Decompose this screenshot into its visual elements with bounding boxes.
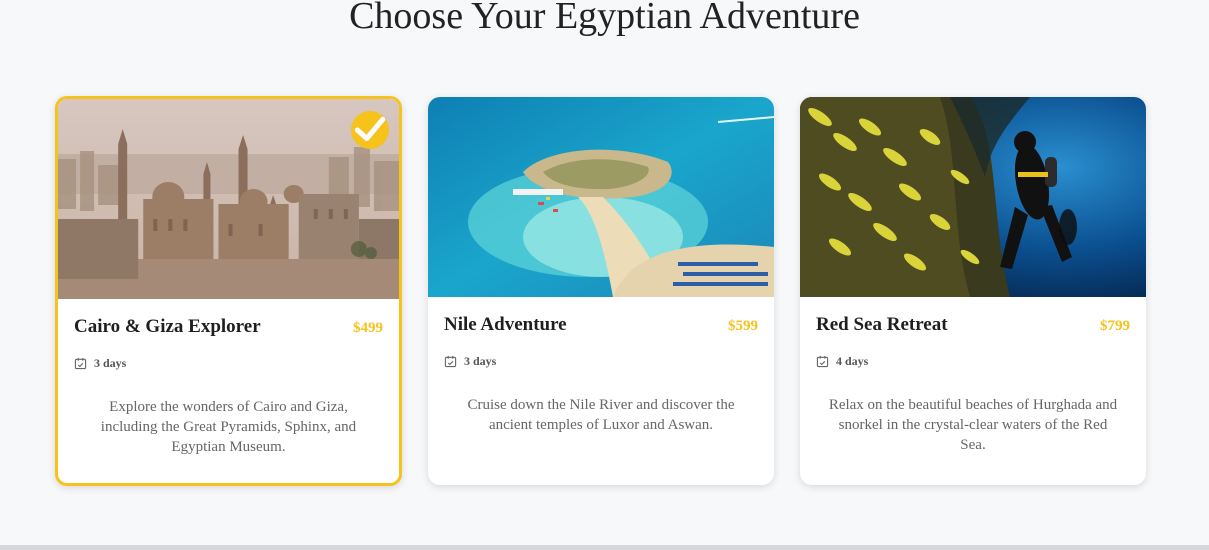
tour-card-cairo-giza[interactable]: Cairo & Giza Explorer $499 3 days Explor…	[55, 96, 402, 486]
calendar-icon	[816, 355, 829, 368]
tour-title: Cairo & Giza Explorer	[74, 316, 261, 337]
tour-price: $499	[353, 320, 383, 336]
tour-description: Relax on the beautiful beaches of Hurgha…	[828, 397, 1118, 453]
bottom-divider	[0, 545, 1209, 550]
cairo-skyline-image	[58, 99, 399, 299]
diver-reef-image	[800, 97, 1146, 297]
island-beach-image	[428, 97, 774, 297]
tour-duration: 3 days	[58, 338, 399, 371]
selected-check-badge	[351, 111, 389, 149]
tour-price: $799	[1100, 318, 1130, 334]
tour-description: Explore the wonders of Cairo and Giza, i…	[100, 399, 357, 455]
duration-label: 3 days	[464, 354, 497, 368]
calendar-icon	[74, 357, 87, 370]
tour-price: $599	[728, 318, 758, 334]
tour-card-nile[interactable]: Nile Adventure $599 3 days Cruise down t…	[428, 97, 774, 485]
tour-duration: 3 days	[428, 336, 774, 369]
tour-card-red-sea[interactable]: Red Sea Retreat $799 4 days Relax on the…	[800, 97, 1146, 485]
tour-duration: 4 days	[800, 336, 1146, 369]
duration-label: 3 days	[94, 356, 127, 370]
tour-title: Nile Adventure	[444, 314, 567, 335]
tour-description: Cruise down the Nile River and discover …	[467, 397, 735, 433]
tour-title: Red Sea Retreat	[816, 314, 948, 335]
check-icon	[354, 116, 386, 141]
page-title: Choose Your Egyptian Adventure	[349, 0, 860, 37]
calendar-icon	[444, 355, 457, 368]
duration-label: 4 days	[836, 354, 869, 368]
